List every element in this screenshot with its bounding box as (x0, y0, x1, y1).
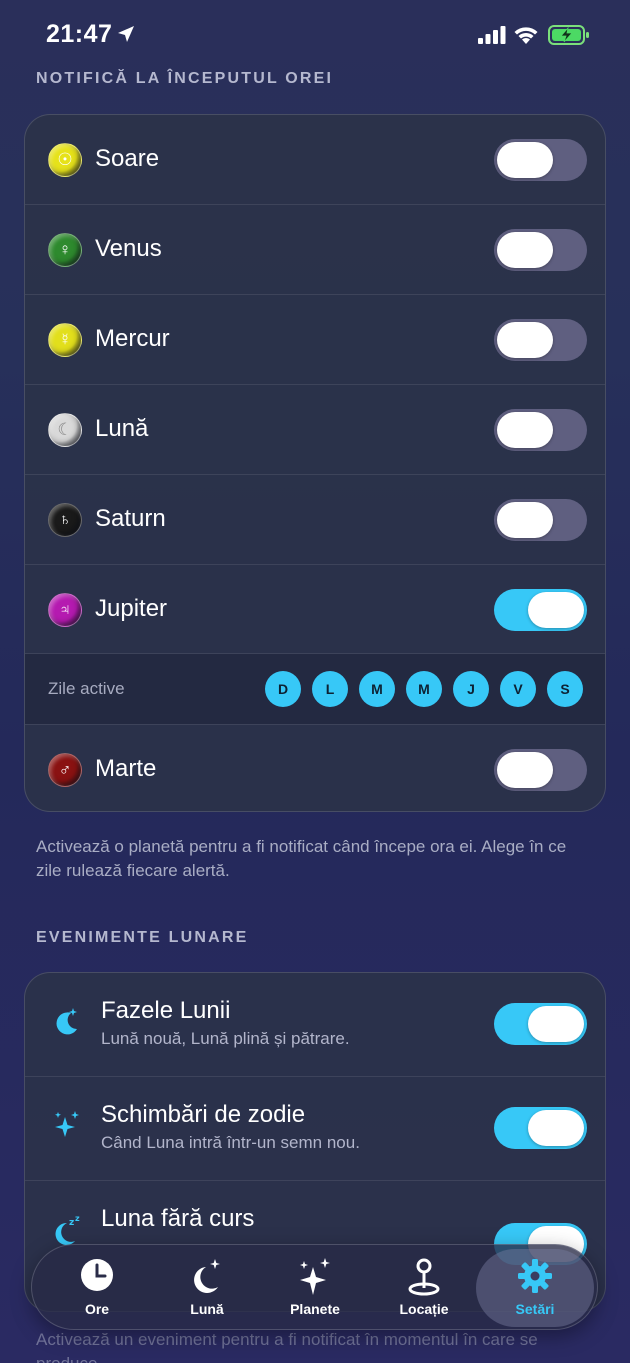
lunar-event-row-zodiac[interactable]: Schimbări de zodie Când Luna intră într-… (25, 1077, 605, 1180)
day-chip[interactable]: V (500, 671, 536, 707)
tab-luna[interactable]: Lună (152, 1245, 262, 1331)
tab-label: Locație (399, 1301, 449, 1317)
tab-label: Planete (290, 1301, 340, 1317)
lunar-event-row-phases[interactable]: Fazele Lunii Lună nouă, Lună plină și pă… (25, 973, 605, 1076)
mercury-icon: ☿ (48, 323, 82, 357)
jupiter-icon: ♃ (48, 593, 82, 627)
day-chip[interactable]: J (453, 671, 489, 707)
svg-text:z: z (75, 1214, 80, 1223)
battery-charging-icon (548, 25, 589, 45)
moon-zzz-icon: z z (55, 1214, 80, 1245)
planet-notifications-card: ☉ Soare ♀ Venus ☿ Mercur ☾ Lună ♄ Saturn ♃ Jupiter ♂… (24, 114, 606, 812)
lunar-event-title: Luna fără curs (101, 1205, 255, 1232)
toggle-moon-phases[interactable] (494, 1003, 587, 1045)
toggle-lună[interactable] (494, 409, 587, 451)
day-chip[interactable]: S (547, 671, 583, 707)
toggle-venus[interactable] (494, 229, 587, 271)
lunar-event-subtitle: Lună nouă, Lună plină și pătrare. (101, 1029, 350, 1048)
planet-row-marte[interactable]: ♂ Marte (25, 725, 605, 811)
clock-icon (81, 1259, 113, 1291)
wifi-icon (514, 27, 538, 44)
saturn-icon: ♄ (48, 503, 82, 537)
tab-ore[interactable]: Ore (42, 1245, 152, 1331)
sun-icon: ☉ (48, 143, 82, 177)
planet-label: Soare (95, 145, 160, 172)
toggle-marte[interactable] (494, 749, 587, 791)
sparkles-icon (55, 1111, 79, 1137)
section-title-hour: NOTIFICĂ LA ÎNCEPUTUL OREI (36, 70, 334, 87)
tab-planete[interactable]: Planete (260, 1245, 370, 1331)
tab-label: Lună (190, 1301, 224, 1317)
lunar-event-subtitle: Când Luna intră într-un semn nou. (101, 1133, 360, 1152)
svg-text:z: z (69, 1218, 74, 1228)
planet-row-soare[interactable]: ☉ Soare (25, 115, 605, 205)
planet-label: Mercur (95, 325, 170, 352)
tab-label: Ore (84, 1301, 110, 1317)
status-time: 21:47 (46, 20, 113, 48)
moon-tab-icon (194, 1259, 220, 1293)
toggle-zodiac-changes[interactable] (494, 1107, 587, 1149)
toggle-soare[interactable] (494, 139, 587, 181)
lunar-footnote: Activează un eveniment pentru a fi notif… (36, 1330, 538, 1363)
active-days-label: Zile active (48, 679, 125, 698)
active-days-row: Zile active DLMMJVS (25, 654, 605, 724)
planet-row-lună[interactable]: ☾ Lună (25, 385, 605, 475)
tab-setari[interactable]: Setări (472, 1245, 598, 1331)
venus-icon: ♀ (48, 233, 82, 267)
planet-row-jupiter[interactable]: ♃ Jupiter (25, 565, 605, 655)
location-arrow-icon (118, 26, 134, 42)
day-chip[interactable]: M (406, 671, 442, 707)
tab-bar: Ore Lună Planete Locație Setări (31, 1244, 598, 1330)
moon-stars-icon (56, 1008, 77, 1035)
moon-icon: ☾ (48, 413, 82, 447)
status-bar: 21:47 (0, 0, 630, 70)
mars-icon: ♂ (48, 753, 82, 787)
planet-label: Venus (95, 235, 162, 262)
cellular-signal-icon (478, 26, 506, 44)
lunar-event-title: Fazele Lunii (101, 997, 231, 1024)
tab-label: Setări (515, 1301, 555, 1317)
toggle-saturn[interactable] (494, 499, 587, 541)
lunar-event-title: Schimbări de zodie (101, 1101, 306, 1128)
planet-label: Lună (95, 415, 149, 442)
day-chip[interactable]: D (265, 671, 301, 707)
day-chip[interactable]: L (312, 671, 348, 707)
sparkle-tab-icon (300, 1258, 330, 1295)
hour-footnote: Activează o planetă pentru a fi notifica… (36, 837, 567, 880)
toggle-jupiter[interactable] (494, 589, 587, 631)
tab-locatie[interactable]: Locație (369, 1245, 479, 1331)
planet-label: Jupiter (95, 595, 168, 622)
planet-row-venus[interactable]: ♀ Venus (25, 205, 605, 295)
planet-row-mercur[interactable]: ☿ Mercur (25, 295, 605, 385)
toggle-mercur[interactable] (494, 319, 587, 361)
planet-label: Saturn (95, 505, 166, 532)
location-pin-icon (408, 1258, 440, 1296)
planet-row-saturn[interactable]: ♄ Saturn (25, 475, 605, 565)
day-chip[interactable]: M (359, 671, 395, 707)
section-title-lunar: EVENIMENTE LUNARE (36, 929, 249, 946)
planet-label: Marte (95, 755, 157, 782)
gear-icon (518, 1259, 552, 1293)
